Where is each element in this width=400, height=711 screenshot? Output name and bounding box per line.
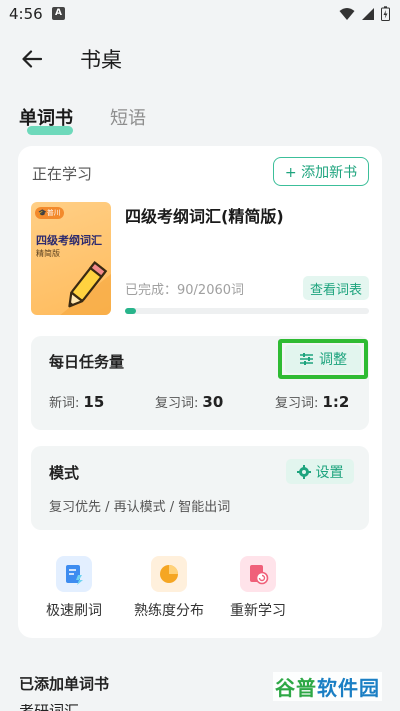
tab-vocabulary-books[interactable]: 单词书 [19,104,73,130]
back-arrow-icon [22,50,42,68]
progress-bar [125,308,369,314]
status-icons [339,6,390,21]
daily-task-panel: 每日任务量 调整 新词: 15 复习词: 30 复习词: 1:2 [31,336,369,430]
mode-panel: 模式 设置 复习优先 / 再认模式 / 智能出词 [31,446,369,530]
pie-chart-icon [151,556,187,592]
quick-action-label: 重新学习 [230,603,286,619]
page-title: 书桌 [80,48,122,72]
added-books-title: 已添加单词书 [19,675,110,693]
add-book-button[interactable]: + 添加新书 [273,157,369,186]
restart-icon [240,556,276,592]
quick-action-speed-review[interactable]: 极速刷词 [32,554,116,624]
current-book-card: 正在学习 + 添加新书 🎓普川 四级考纲词汇 精简版 四级考纲词汇(精简版) 已… [18,146,382,638]
new-words-value: 15 [83,393,105,411]
review-ratio-label: 复习词: [275,396,319,411]
cover-subtitle: 精简版 [36,249,60,258]
tab-bar: 单词书 短语 [0,104,400,136]
status-bar: 4:56 A [0,0,400,28]
quick-action-label: 熟练度分布 [134,603,204,619]
book-name: 四级考纲词汇(精简版) [125,207,284,226]
cover-title: 四级考纲词汇 [36,234,102,247]
back-button[interactable] [18,45,46,73]
added-book-item[interactable]: 考研词汇 [19,704,79,711]
review-ratio-value: 1:2 [322,393,350,411]
review-words-stat: 复习词: 30 [155,392,223,411]
mode-description: 复习优先 / 再认模式 / 智能出词 [49,500,231,515]
tab-phrases[interactable]: 短语 [110,104,146,130]
status-time: 4:56 [9,5,43,23]
review-ratio-stat: 复习词: 1:2 [275,392,349,411]
view-word-list-button[interactable]: 查看词表 [303,276,369,300]
gear-icon [296,464,311,479]
adjust-highlight-box[interactable]: 调整 [278,339,368,379]
review-words-label: 复习词: [155,396,199,411]
book-cover[interactable]: 🎓普川 四级考纲词汇 精简版 [31,202,111,315]
sliders-icon [300,353,313,365]
flash-card-icon [56,556,92,592]
quick-action-label: 极速刷词 [46,603,102,619]
watermark-logo: 谷普软件园 [273,672,382,701]
new-words-label: 新词: [49,396,80,411]
review-words-value: 30 [202,393,224,411]
wifi-icon [339,7,355,20]
notification-icon: A [52,7,65,20]
watermark-part1: 谷普 [275,676,317,700]
progress-bar-fill [125,308,136,314]
cover-badge: 🎓普川 [35,207,64,219]
quick-action-proficiency[interactable]: 熟练度分布 [127,554,211,624]
watermark-part2: 软件园 [317,676,380,700]
battery-icon [381,6,390,21]
daily-task-title: 每日任务量 [49,353,125,371]
pencil-icon [60,261,111,315]
adjust-button[interactable]: 调整 [285,345,361,373]
signal-icon [362,7,374,20]
mode-settings-button[interactable]: 设置 [286,459,354,484]
quick-action-restart[interactable]: 重新学习 [216,554,300,624]
app-bar: 书桌 [0,30,400,86]
mode-title: 模式 [49,464,80,482]
progress-text: 已完成：90/2060词 [125,283,245,298]
section-label: 正在学习 [32,165,93,183]
new-words-stat: 新词: 15 [49,392,104,411]
settings-label: 设置 [315,464,344,481]
adjust-label: 调整 [319,352,347,368]
